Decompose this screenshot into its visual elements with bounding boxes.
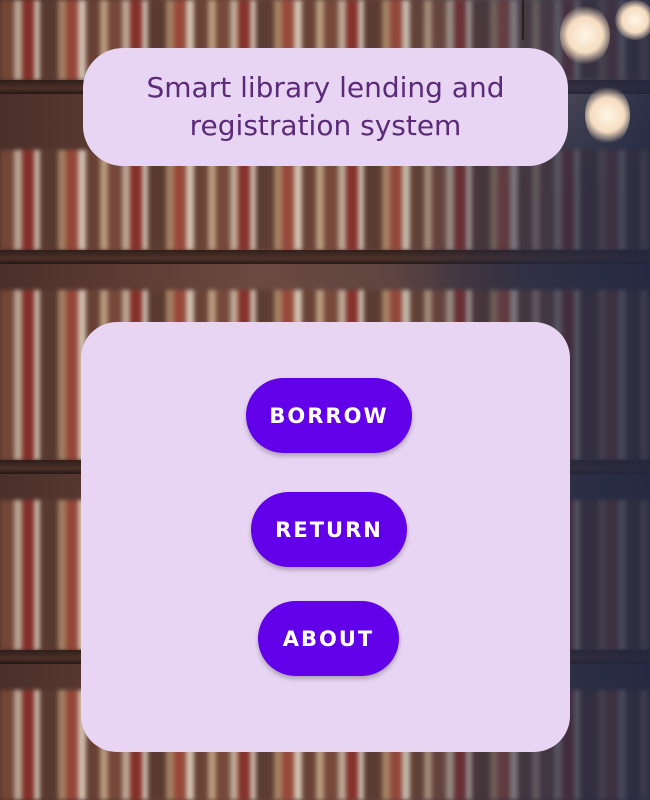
app-title: Smart library lending and registration s… — [146, 71, 505, 142]
about-button[interactable]: ABOUT — [258, 601, 399, 676]
title-card: Smart library lending and registration s… — [83, 48, 568, 166]
borrow-button[interactable]: BORROW — [246, 378, 412, 453]
return-button[interactable]: RETURN — [251, 492, 407, 567]
